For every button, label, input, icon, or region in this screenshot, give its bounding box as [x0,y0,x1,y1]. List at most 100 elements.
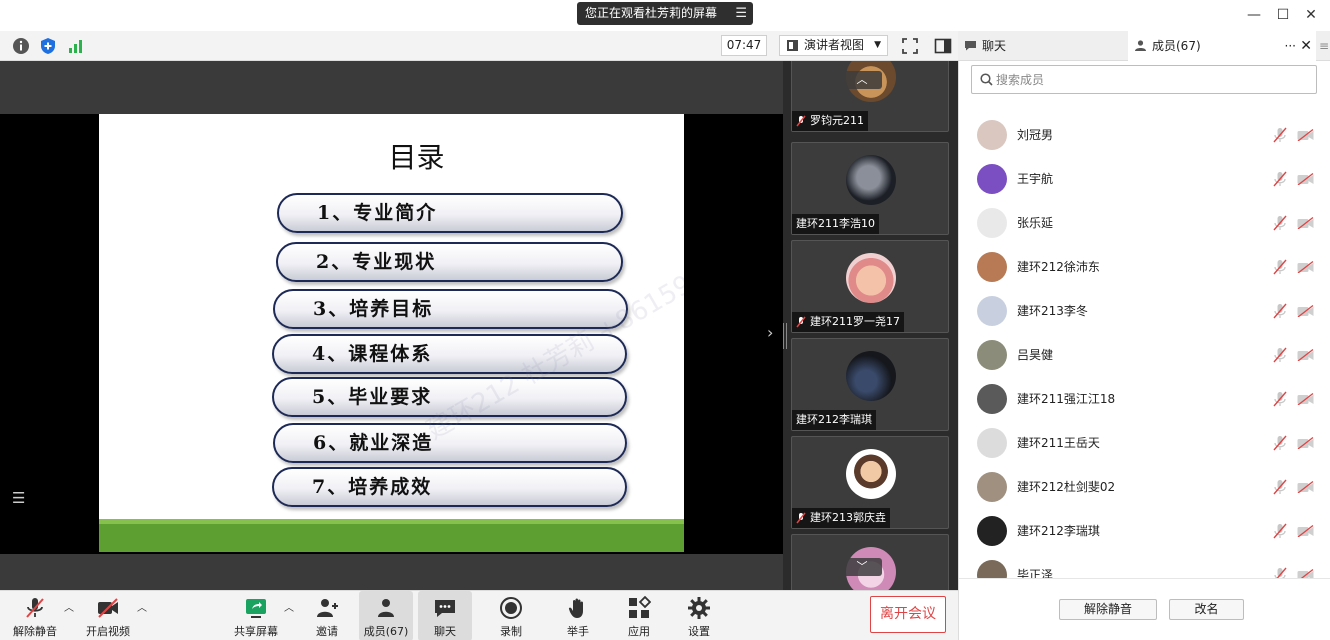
members-button[interactable]: 成员(67) [359,591,413,640]
member-name: 王宇航 [1017,172,1054,186]
record-button[interactable]: 录制 [489,591,533,640]
member-row[interactable]: 王宇航 [959,157,1330,201]
chevron-up-icon[interactable]: ︿ [137,599,147,614]
member-name: 张乐延 [1017,216,1054,230]
tab-chat[interactable]: 聊天 [958,31,1128,61]
shield-icon[interactable] [39,37,57,55]
member-row[interactable]: 刘冠男 [959,113,1330,157]
list-icon[interactable]: ☰ [12,489,28,507]
chat-icon [965,41,976,51]
thumbnail-name: 建环211李浩10 [792,214,879,234]
tab-members[interactable]: 成员(67) ··· ✕ [1128,31,1316,61]
member-list: 刘冠男王宇航张乐延建环212徐沛东 建环213李冬吕昊健建环211强江江18 建环2… [959,113,1330,578]
scroll-down-button[interactable]: ﹀ [842,558,882,576]
member-row[interactable]: 吕昊健 [959,333,1330,377]
muted-mic-icon[interactable] [1273,435,1287,451]
signal-icon[interactable] [67,37,85,55]
slide-toc-item: 7、培养成效 [272,467,627,507]
rename-button[interactable]: 改名 [1169,599,1244,620]
share-menu-icon[interactable]: ☰ [735,2,747,25]
muted-mic-icon[interactable] [1273,171,1287,187]
participant-thumbnail[interactable]: 建环212李瑞琪 [791,338,949,431]
video-off-icon[interactable] [1297,172,1314,186]
info-icon[interactable] [12,37,30,55]
unmute-member-button[interactable]: 解除静音 [1059,599,1157,620]
video-off-icon [98,598,118,618]
video-off-icon[interactable] [1297,392,1314,406]
invite-button[interactable]: 邀请 [305,591,349,640]
share-status-pill[interactable]: 您正在观看杜芳莉的屏幕 ☰ [577,2,753,25]
search-box[interactable] [971,65,1317,94]
more-options-icon[interactable]: ··· [1285,31,1296,61]
chat-button[interactable]: 聊天 [418,591,472,640]
thumbnail-name: 建环213郭庆垚 [792,508,890,528]
members-label: 成员(67) [363,625,409,638]
share-screen-button[interactable]: 共享屏幕 [230,591,282,640]
muted-mic-icon[interactable] [1273,259,1287,275]
resize-handle[interactable] [783,323,787,349]
raise-hand-button[interactable]: 举手 [556,591,600,640]
video-off-icon[interactable] [1297,524,1314,538]
toggle-sidebar-icon[interactable] [934,37,952,55]
fullscreen-icon[interactable] [901,37,919,55]
avatar [977,208,1007,238]
video-off-icon[interactable] [1297,128,1314,142]
member-row[interactable]: 建环211强江江18 [959,377,1330,421]
search-input[interactable] [996,70,1306,90]
unmute-button[interactable]: 解除静音 [10,591,60,640]
raise-hand-label: 举手 [567,625,589,638]
muted-mic-icon[interactable] [1273,479,1287,495]
muted-mic-icon[interactable] [1273,127,1287,143]
member-row[interactable]: 建环213李冬 [959,289,1330,333]
muted-mic-icon[interactable] [1273,215,1287,231]
chevron-up-icon[interactable]: ︿ [284,599,294,614]
thumbnail-name: 建环211罗一尧17 [792,312,904,332]
chevron-up-icon[interactable]: ︿ [64,599,74,614]
muted-mic-icon[interactable] [1273,391,1287,407]
record-label: 录制 [500,625,522,638]
meeting-toolbar: 07:47 演讲者视图 ▼ [0,31,958,61]
close-window-button[interactable]: ✕ [1301,5,1321,25]
settings-button[interactable]: 设置 [677,591,721,640]
member-row[interactable]: 毕正泽 [959,553,1330,578]
video-off-icon[interactable] [1297,436,1314,450]
share-status-text: 您正在观看杜芳莉的屏幕 [585,6,718,20]
muted-mic-icon[interactable] [1273,523,1287,539]
apps-button[interactable]: 应用 [617,591,661,640]
avatar [846,253,896,303]
leave-meeting-button[interactable]: 离开会议 [870,596,946,633]
view-mode-dropdown[interactable]: 演讲者视图 ▼ [779,35,888,56]
slide-title: 目录 [388,141,445,174]
video-off-icon[interactable] [1297,304,1314,318]
minimize-button[interactable]: — [1244,5,1264,25]
start-video-button[interactable]: 开启视频 [82,591,134,640]
video-off-icon[interactable] [1297,480,1314,494]
participant-thumbnail[interactable]: 建环211罗一尧17 [791,240,949,333]
participant-thumbnail[interactable]: 建环211李浩10 [791,142,949,235]
member-row[interactable]: 建环212李瑞琪 [959,509,1330,553]
avatar [977,164,1007,194]
avatar [977,560,1007,578]
members-panel: 刘冠男王宇航张乐延建环212徐沛东建环213李冬吕昊健建环211强江江18 建环2… [958,61,1330,640]
maximize-button[interactable]: ☐ [1273,5,1293,25]
avatar [977,120,1007,150]
video-off-icon[interactable] [1297,348,1314,362]
member-row[interactable]: 建环212徐沛东 [959,245,1330,289]
close-panel-icon[interactable]: ✕ [1300,31,1312,61]
panel-menu-icon[interactable]: ≡ [1318,31,1330,61]
muted-mic-icon[interactable] [1273,303,1287,319]
avatar [977,252,1007,282]
member-row[interactable]: 建环211王岳天 [959,421,1330,465]
muted-mic-icon[interactable] [1273,347,1287,363]
chevron-right-icon[interactable]: › [767,323,773,342]
member-row[interactable]: 张乐延 [959,201,1330,245]
video-off-icon[interactable] [1297,216,1314,230]
member-row[interactable]: 建环212杜剑斐02 [959,465,1330,509]
participant-thumbnail[interactable]: 建环213郭庆垚 [791,436,949,529]
video-off-icon[interactable] [1297,260,1314,274]
scroll-up-button[interactable]: ︿ [842,71,882,89]
video-off-icon[interactable] [1297,568,1314,578]
muted-mic-icon[interactable] [1273,567,1287,578]
member-name: 吕昊健 [1017,348,1054,362]
member-name: 建环211王岳天 [1017,436,1100,450]
